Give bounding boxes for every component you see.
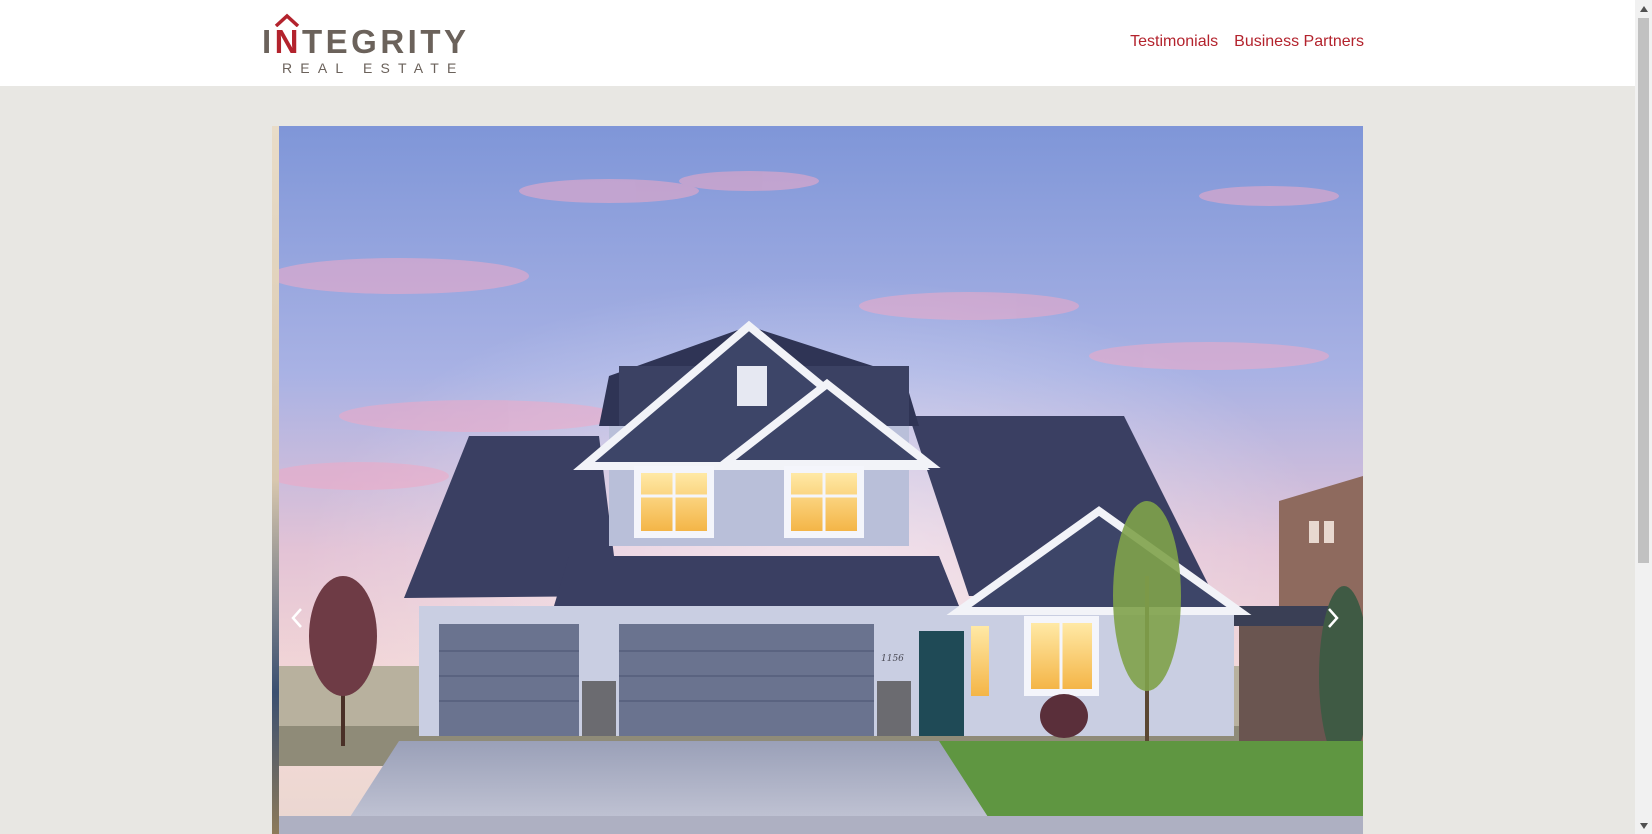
- nav-link-business-partners[interactable]: Business Partners: [1234, 33, 1364, 51]
- logo-letter-n: N: [274, 23, 303, 60]
- logo-tagline: REAL ESTATE: [282, 60, 465, 76]
- logo[interactable]: INTEGRITY REAL ESTATE: [262, 10, 467, 76]
- chevron-right-icon: [1328, 608, 1339, 628]
- scrollbar-thumb[interactable]: [1638, 18, 1649, 563]
- carousel-next-button[interactable]: [1318, 596, 1348, 640]
- chevron-left-icon: [291, 608, 302, 628]
- logo-wordmark: INTEGRITY: [262, 25, 470, 58]
- nav-link-testimonials[interactable]: Testimonials: [1130, 33, 1218, 51]
- house-number: 1156: [881, 654, 904, 664]
- house-photo: 1156: [279, 126, 1363, 834]
- logo-letter-i: I: [262, 23, 275, 60]
- logo-letters-rest: TEGRITY: [302, 23, 470, 60]
- scroll-down-arrow-icon[interactable]: [1635, 817, 1652, 834]
- page-scrollbar[interactable]: [1635, 0, 1652, 834]
- carousel-slide-house-image: 1156: [279, 126, 1363, 834]
- previous-slide-edge: [272, 126, 279, 834]
- carousel-prev-button[interactable]: [282, 596, 312, 640]
- hero-carousel: 1156: [272, 126, 1363, 834]
- scroll-up-arrow-icon[interactable]: [1635, 0, 1652, 17]
- main-nav: Testimonials Business Partners: [1130, 33, 1364, 51]
- site-header: INTEGRITY REAL ESTATE Testimonials Busin…: [0, 0, 1635, 86]
